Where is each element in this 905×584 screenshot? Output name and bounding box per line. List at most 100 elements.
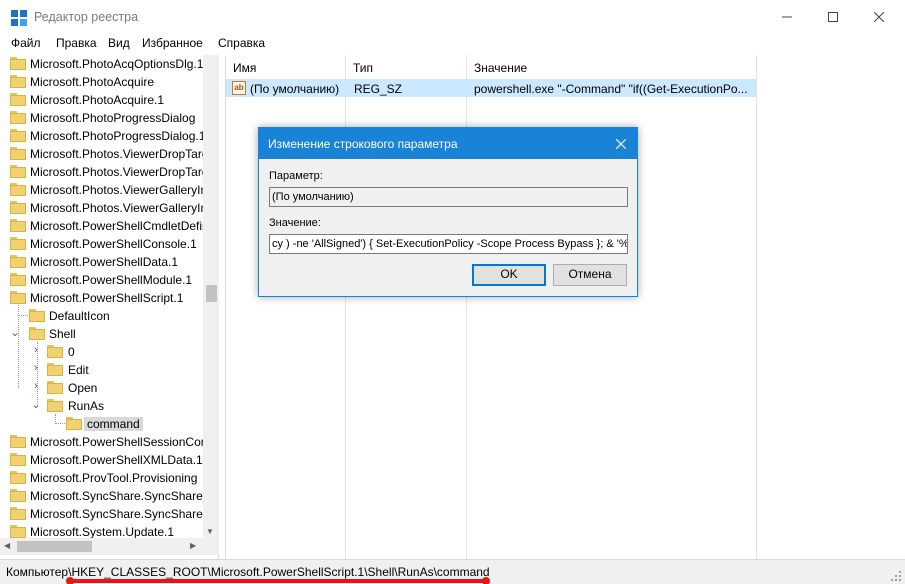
close-icon xyxy=(615,138,626,149)
tree-item[interactable]: Microsoft.PowerShellModule.1 xyxy=(0,271,203,289)
folder-icon xyxy=(66,417,82,430)
tree-item[interactable]: Microsoft.Photos.ViewerDropTarget.1 xyxy=(0,163,203,181)
tree-item[interactable]: Microsoft.PowerShellSessionConfiguration xyxy=(0,433,203,451)
param-name-label: Параметр: xyxy=(269,170,323,182)
close-button[interactable] xyxy=(856,0,902,34)
folder-icon xyxy=(10,165,26,178)
tree-item[interactable]: Microsoft.Photos.ViewerGalleryImage.1 xyxy=(0,199,203,217)
registry-tree[interactable]: Microsoft.PhotoAcqOptionsDlg.1 Microsoft… xyxy=(0,55,219,559)
tree-item[interactable]: DefaultIcon xyxy=(0,307,203,325)
chevron-down-icon[interactable]: ⌄ xyxy=(10,326,20,339)
folder-icon xyxy=(10,489,26,502)
tree-item[interactable]: Microsoft.Photos.ViewerDropTarget xyxy=(0,145,203,163)
menu-view[interactable]: Вид xyxy=(108,36,130,50)
tree-item[interactable]: Microsoft.Photos.ViewerGalleryImage xyxy=(0,181,203,199)
tree-item[interactable]: Microsoft.SyncShare.SyncShareFactory.1 xyxy=(0,505,203,523)
folder-icon xyxy=(29,309,45,322)
column-header-name[interactable]: Имя xyxy=(226,55,345,77)
folder-icon xyxy=(10,219,26,232)
tree-item[interactable]: Microsoft.PhotoAcquire xyxy=(0,73,203,91)
tree-item[interactable]: › 0 xyxy=(0,343,203,361)
scrollbar-thumb[interactable] xyxy=(206,285,217,302)
tree-vertical-scrollbar[interactable]: ▼ xyxy=(203,55,219,538)
folder-icon xyxy=(10,93,26,106)
dialog-title-bar[interactable]: Изменение строкового параметра xyxy=(259,128,637,159)
folder-icon xyxy=(10,57,26,70)
tree-item-runas[interactable]: ⌄ RunAs xyxy=(0,397,203,415)
tree-item[interactable]: Microsoft.PhotoProgressDialog.1 xyxy=(0,127,203,145)
path-highlight-underline xyxy=(70,579,486,583)
registry-editor-icon xyxy=(11,10,27,26)
tree-item[interactable]: Microsoft.PowerShellConsole.1 xyxy=(0,235,203,253)
menu-bar: Файл Правка Вид Избранное Справка xyxy=(0,34,905,54)
folder-icon xyxy=(10,237,26,250)
minimize-button[interactable] xyxy=(764,0,810,34)
folder-icon xyxy=(10,471,26,484)
tree-horizontal-scrollbar[interactable]: ◀ ▶ xyxy=(0,538,219,555)
tree-item-command[interactable]: command xyxy=(0,415,203,433)
scroll-right-icon[interactable]: ▶ xyxy=(190,541,196,550)
chevron-right-icon[interactable]: › xyxy=(31,362,41,374)
ok-button[interactable]: OK xyxy=(472,264,546,286)
chevron-down-icon[interactable]: ⌄ xyxy=(31,398,41,411)
close-icon xyxy=(874,12,884,22)
folder-icon xyxy=(47,399,63,412)
window-title: Редактор реестра xyxy=(34,10,139,24)
menu-edit[interactable]: Правка xyxy=(56,36,97,50)
menu-help[interactable]: Справка xyxy=(218,36,265,50)
menu-favorites[interactable]: Избранное xyxy=(142,36,203,50)
folder-icon xyxy=(10,435,26,448)
table-row[interactable]: ab (По умолчанию) REG_SZ powershell.exe … xyxy=(226,79,756,97)
maximize-button[interactable] xyxy=(810,0,856,34)
tree-item[interactable]: Microsoft.ProvTool.Provisioning xyxy=(0,469,203,487)
string-value-icon: ab xyxy=(232,81,246,95)
folder-icon xyxy=(10,255,26,268)
folder-icon xyxy=(10,291,26,304)
folder-icon xyxy=(10,507,26,520)
folder-icon xyxy=(10,453,26,466)
folder-icon xyxy=(10,183,26,196)
cancel-button[interactable]: Отмена xyxy=(553,264,627,286)
dialog-close-button[interactable] xyxy=(604,128,637,159)
title-bar: Редактор реестра xyxy=(0,0,905,34)
dialog-title: Изменение строкового параметра xyxy=(268,137,458,151)
tree-item[interactable]: Microsoft.PowerShellXMLData.1 xyxy=(0,451,203,469)
scroll-left-icon[interactable]: ◀ xyxy=(4,541,10,550)
folder-icon xyxy=(47,345,63,358)
scrollbar-thumb[interactable] xyxy=(17,541,92,552)
value-data-label: Значение: xyxy=(269,217,321,229)
tree-item[interactable]: Microsoft.PowerShellScript.1 xyxy=(0,289,203,307)
tree-item[interactable]: Microsoft.PhotoAcqOptionsDlg.1 xyxy=(0,55,203,73)
row-name: (По умолчанию) xyxy=(250,82,340,96)
resize-grip-icon[interactable] xyxy=(891,571,901,581)
menu-file[interactable]: Файл xyxy=(11,36,41,50)
chevron-right-icon[interactable]: › xyxy=(31,380,41,392)
tree-item[interactable]: › Edit xyxy=(0,361,203,379)
folder-icon xyxy=(10,129,26,142)
folder-icon xyxy=(10,147,26,160)
value-data-input[interactable]: cy ) -ne 'AllSigned') { Set-ExecutionPol… xyxy=(269,234,628,254)
minimize-icon xyxy=(782,16,792,18)
folder-icon xyxy=(10,75,26,88)
tree-item[interactable]: Microsoft.SyncShare.SyncShareFactory xyxy=(0,487,203,505)
column-header-value[interactable]: Значение xyxy=(467,55,757,77)
scroll-down-icon[interactable]: ▼ xyxy=(206,527,214,536)
folder-icon xyxy=(47,381,63,394)
folder-icon xyxy=(29,327,45,340)
tree-item[interactable]: › Open xyxy=(0,379,203,397)
tree-item[interactable]: Microsoft.PhotoProgressDialog xyxy=(0,109,203,127)
chevron-right-icon[interactable]: › xyxy=(31,344,41,356)
tree-item-shell[interactable]: ⌄ Shell xyxy=(0,325,203,343)
status-path: Компьютер\HKEY_CLASSES_ROOT\Microsoft.Po… xyxy=(6,565,490,579)
tree-item[interactable]: Microsoft.PowerShellCmdletDefinition xyxy=(0,217,203,235)
folder-icon xyxy=(10,525,26,538)
param-name-field: (По умолчанию) xyxy=(269,187,628,207)
row-value: powershell.exe "-Command" "if((Get-Execu… xyxy=(474,82,748,96)
row-type: REG_SZ xyxy=(354,82,403,96)
column-separator[interactable] xyxy=(756,55,757,559)
maximize-icon xyxy=(828,12,838,22)
column-header-type[interactable]: Тип xyxy=(346,55,466,77)
folder-icon xyxy=(10,273,26,286)
tree-item[interactable]: Microsoft.PhotoAcquire.1 xyxy=(0,91,203,109)
tree-item[interactable]: Microsoft.PowerShellData.1 xyxy=(0,253,203,271)
